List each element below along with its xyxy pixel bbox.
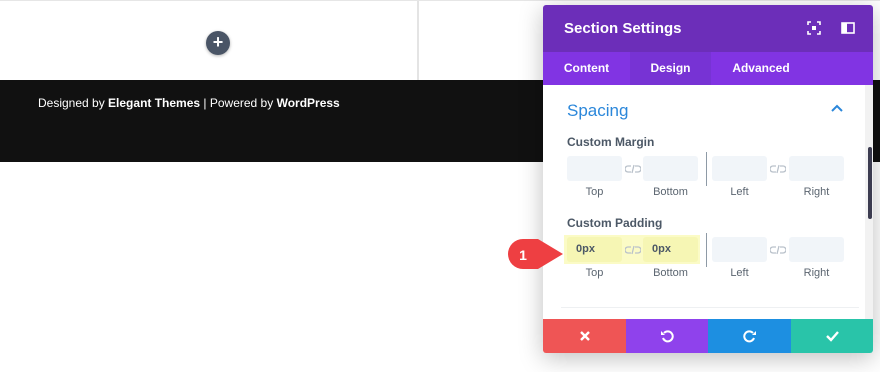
margin-bottom-label: Bottom bbox=[653, 186, 688, 198]
padding-bottom-input[interactable]: 0px bbox=[643, 237, 698, 262]
margin-bottom-input[interactable] bbox=[643, 156, 698, 181]
footer-separator: | Powered by bbox=[200, 96, 277, 110]
footer-theme-link[interactable]: Elegant Themes bbox=[108, 96, 200, 110]
undo-button[interactable] bbox=[626, 319, 708, 353]
padding-right-input[interactable] bbox=[789, 237, 844, 262]
margin-top-label: Top bbox=[585, 186, 604, 198]
link-margin-vertical-icon[interactable] bbox=[624, 163, 642, 175]
padding-top-label: Top bbox=[585, 267, 604, 279]
margin-separator bbox=[706, 152, 707, 186]
padding-bottom-label: Bottom bbox=[653, 267, 688, 279]
settings-body: Spacing Custom Margin Top Bottom Left Ri… bbox=[543, 85, 873, 319]
link-padding-vertical-icon[interactable] bbox=[624, 244, 642, 256]
redo-button[interactable] bbox=[708, 319, 791, 353]
padding-left-input[interactable] bbox=[712, 237, 767, 262]
section-divider bbox=[561, 307, 859, 308]
margin-right-input[interactable] bbox=[789, 156, 844, 181]
margin-right-label: Right bbox=[803, 186, 830, 198]
tab-content[interactable]: Content bbox=[543, 52, 630, 85]
footer-credits: Designed by Elegant Themes | Powered by … bbox=[38, 96, 340, 110]
margin-top-input[interactable] bbox=[567, 156, 622, 181]
spacing-group-title[interactable]: Spacing bbox=[567, 101, 628, 121]
modal-footer-buttons bbox=[543, 319, 873, 353]
add-module-button[interactable]: + bbox=[206, 31, 230, 55]
footer-prefix: Designed by bbox=[38, 96, 109, 110]
padding-left-label: Left bbox=[730, 267, 749, 279]
margin-left-label: Left bbox=[730, 186, 749, 198]
step-number: 1 bbox=[519, 247, 527, 263]
padding-separator bbox=[706, 233, 707, 267]
modal-title: Section Settings bbox=[564, 20, 682, 37]
tab-advanced[interactable]: Advanced bbox=[711, 52, 811, 85]
section-settings-modal: Section Settings Content Design Advanced… bbox=[543, 5, 873, 353]
discard-icon bbox=[579, 331, 590, 341]
save-check-icon bbox=[826, 331, 839, 342]
margin-left-input[interactable] bbox=[712, 156, 767, 181]
undo-icon bbox=[661, 330, 674, 343]
scrollbar-thumb[interactable] bbox=[868, 147, 872, 219]
custom-margin-label: Custom Margin bbox=[567, 135, 655, 149]
discard-button[interactable] bbox=[543, 319, 626, 353]
save-button[interactable] bbox=[791, 319, 873, 353]
chevron-up-icon[interactable] bbox=[830, 102, 844, 116]
footer-platform-link[interactable]: WordPress bbox=[277, 96, 340, 110]
plus-icon: + bbox=[212, 32, 224, 52]
custom-padding-label: Custom Padding bbox=[567, 216, 663, 230]
link-margin-horizontal-icon[interactable] bbox=[769, 163, 787, 175]
split-view-icon[interactable] bbox=[840, 20, 856, 36]
padding-right-label: Right bbox=[803, 267, 830, 279]
focus-mode-icon[interactable] bbox=[806, 20, 822, 36]
padding-top-input[interactable]: 0px bbox=[567, 237, 622, 262]
settings-tabs: Content Design Advanced bbox=[543, 52, 873, 85]
redo-icon bbox=[742, 330, 756, 343]
modal-header[interactable]: Section Settings bbox=[543, 5, 873, 52]
link-padding-horizontal-icon[interactable] bbox=[769, 244, 787, 256]
column-divider bbox=[417, 1, 419, 81]
tab-design[interactable]: Design bbox=[630, 52, 711, 85]
